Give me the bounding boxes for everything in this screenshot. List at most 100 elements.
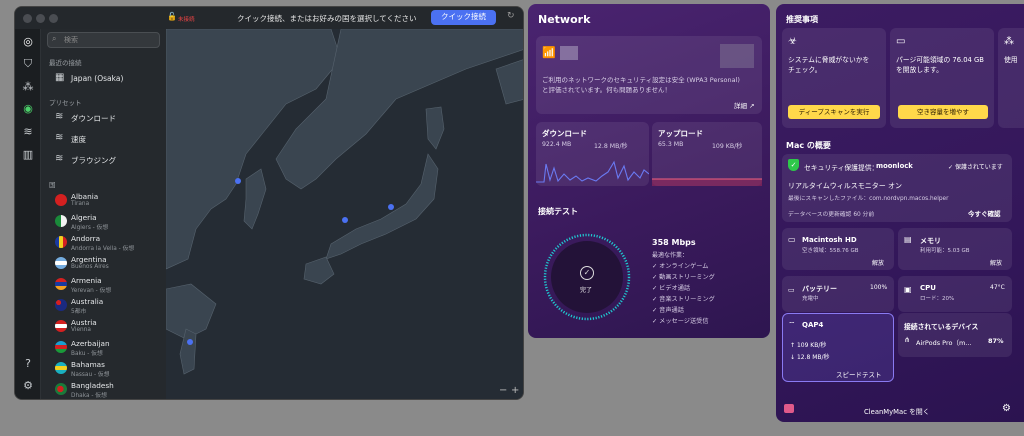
db-update: データベースの更新確認 60 分前 xyxy=(788,212,875,218)
presets-section-label: プリセット xyxy=(49,99,82,107)
security-label: セキュリティ保護提供： xyxy=(804,164,879,172)
country-city: Nassau - 仮想 xyxy=(71,372,110,378)
globe-icon[interactable]: ◎ xyxy=(21,35,35,49)
cpu-load: ロード：20% xyxy=(920,296,955,302)
last-scanned-file: 最後にスキャンしたファイル：com.nordvpn.macos.helper xyxy=(788,196,949,202)
network-panel: Network 📶 ご利用のネットワークのセキュリティ設定は安全 (WPA3 P… xyxy=(528,4,770,338)
memory-free-up-link[interactable]: 解放 xyxy=(990,258,1002,267)
network-icon: ⁂ xyxy=(1004,36,1014,47)
settings-gear-icon[interactable]: ⚙ xyxy=(21,379,35,393)
shield-check-icon: ✓ xyxy=(788,159,799,171)
threat-protection-icon[interactable]: ◉ xyxy=(21,102,35,116)
settings-gear-icon[interactable]: ⚙ xyxy=(1002,403,1011,414)
layers-icon[interactable]: ≋ xyxy=(21,125,35,139)
country-city: Dhaka - 仮想 xyxy=(71,393,107,399)
country-item[interactable]: Albania xyxy=(71,192,98,201)
speed-value: 358 Mbps xyxy=(652,238,696,247)
country-item[interactable]: Andorra xyxy=(71,234,100,243)
battery-icon: ▭ xyxy=(788,286,795,294)
shield-icon[interactable]: ⛉ xyxy=(21,57,35,71)
disk-title: Macintosh HD xyxy=(802,236,857,244)
flag-argentina-icon xyxy=(55,257,67,269)
refresh-icon[interactable]: ↻ xyxy=(507,11,515,21)
activity-item: ✓ メッセージ送受信 xyxy=(652,318,709,325)
country-item[interactable]: Austria xyxy=(71,318,97,327)
download-label: ダウンロード xyxy=(542,129,587,138)
activity-item: ✓ 動画ストリーミング xyxy=(652,274,715,281)
memory-available: 利用可能：5.03 GB xyxy=(920,248,970,254)
preset-item-browsing[interactable]: ブラウジング xyxy=(71,155,116,166)
country-city: Yerevan - 仮想 xyxy=(71,288,112,294)
window-close-button[interactable] xyxy=(23,14,32,23)
zoom-out-button[interactable]: − xyxy=(499,385,507,396)
memory-title: メモリ xyxy=(920,237,941,245)
disk-free-up-link[interactable]: 解放 xyxy=(872,258,884,267)
recent-connection-item[interactable]: Japan (Osaka) xyxy=(71,74,123,83)
wifi-icon: 📶 xyxy=(542,46,556,59)
deep-scan-button[interactable]: ディープスキャンを実行 xyxy=(788,105,880,119)
speed-subtitle: 最適な作業： xyxy=(652,252,689,259)
meshnet-icon[interactable]: ⁂ xyxy=(21,80,35,94)
panel-title: Network xyxy=(538,13,591,26)
free-up-space-button[interactable]: 空き容量を増やす xyxy=(898,105,988,119)
country-city: Vienna xyxy=(71,327,91,333)
cpu-icon: ▣ xyxy=(904,285,912,294)
download-rate: 12.8 MB/秒 xyxy=(594,143,628,150)
activity-item: ✓ オンラインゲーム xyxy=(652,263,709,270)
lock-icon: 🔓 xyxy=(167,12,177,21)
country-item[interactable]: Azerbaijan xyxy=(71,339,110,348)
details-link[interactable]: 詳細 ↗ xyxy=(734,100,755,110)
flag-azerbaijan-icon xyxy=(55,341,67,353)
country-item[interactable]: Australia xyxy=(71,297,103,306)
cleanmymac-panel: 推奨事項 ☣ システムに脅威がないかを チェック。 ディープスキャンを実行 ▭ … xyxy=(776,4,1024,422)
preset-item-speed[interactable]: 速度 xyxy=(71,134,86,145)
country-item[interactable]: Algeria xyxy=(71,213,97,222)
check-now-link[interactable]: 今すぐ確認 xyxy=(968,208,1001,218)
search-input[interactable]: 検索 xyxy=(47,32,160,48)
open-cleanmymac-button[interactable]: CleanMyMac を開く xyxy=(864,406,930,416)
server-map[interactable] xyxy=(166,29,523,399)
activity-item: ✓ 音声通話 xyxy=(652,307,684,314)
country-item[interactable]: Bangladesh xyxy=(71,381,114,390)
rec3-text: 使用 xyxy=(1004,56,1018,64)
devices-card[interactable] xyxy=(898,313,1012,357)
rec1-text-2: チェック。 xyxy=(788,66,822,74)
speedtest-status: 完了 xyxy=(580,287,593,294)
battery-title: バッテリー xyxy=(802,285,837,293)
map-svg xyxy=(166,29,523,375)
country-item[interactable]: Bahamas xyxy=(71,360,105,369)
flag-armenia-icon xyxy=(55,278,67,290)
battery-status: 充電中 xyxy=(802,296,819,302)
wifi-upload: ↑ 109 KB/秒 xyxy=(790,342,827,349)
recent-section-label: 最近の接続 xyxy=(49,59,82,67)
country-item[interactable]: Armenia xyxy=(71,276,102,285)
memory-icon: ▤ xyxy=(904,235,912,244)
cpu-card[interactable] xyxy=(898,276,1012,312)
flag-algeria-icon xyxy=(55,215,67,227)
connection-status: 未接続 xyxy=(178,17,195,23)
device-name: AirPods Pro（m... xyxy=(916,339,972,347)
zoom-in-button[interactable]: + xyxy=(511,385,519,396)
window-minimize-button[interactable] xyxy=(36,14,45,23)
speed-test-button[interactable]: スピードテスト xyxy=(836,369,882,379)
quick-connect-button[interactable]: クイック接続 xyxy=(431,10,496,25)
preset-item-download[interactable]: ダウンロード xyxy=(71,113,116,124)
ssid-redacted xyxy=(560,46,578,60)
activity-item: ✓ ビデオ通話 xyxy=(652,285,691,292)
country-item[interactable]: Argentina xyxy=(71,255,107,264)
battery-card[interactable] xyxy=(782,276,894,312)
overview-title: Mac の概要 xyxy=(786,141,831,150)
flag-bangladesh-icon xyxy=(55,383,67,395)
wifi-name: QAP4 xyxy=(802,321,824,329)
stats-icon[interactable]: ▥ xyxy=(21,148,35,162)
country-city: Buenos Aires xyxy=(71,264,109,270)
wifi-download: ↓ 12.8 MB/秒 xyxy=(790,354,830,361)
window-zoom-button[interactable] xyxy=(49,14,58,23)
check-icon: ✓ xyxy=(580,266,594,280)
flag-albania-icon xyxy=(55,194,67,206)
rec1-text-1: システムに脅威がないかを xyxy=(788,56,870,64)
help-icon[interactable]: ? xyxy=(21,357,35,371)
wifi-icon: ⌔ xyxy=(788,320,796,329)
search-icon: ⌕ xyxy=(52,34,57,43)
battery-percent: 100% xyxy=(870,284,888,291)
